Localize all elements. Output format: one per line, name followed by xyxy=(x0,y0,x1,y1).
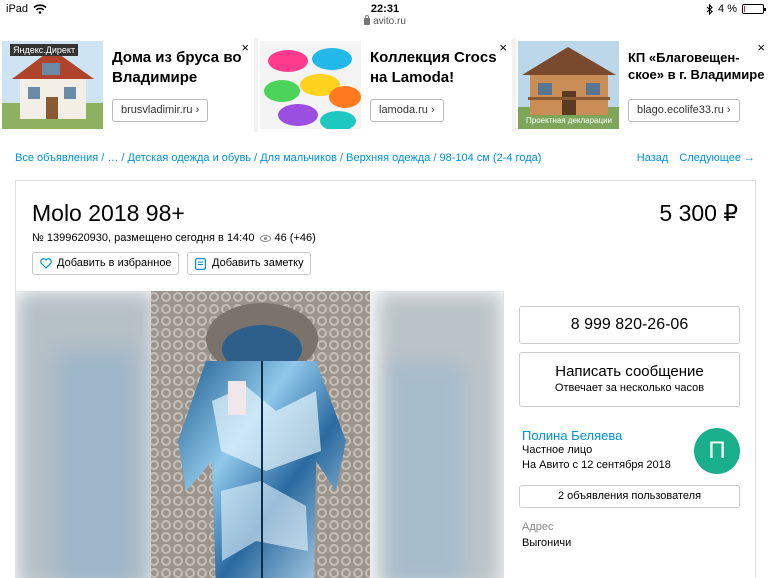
heart-icon xyxy=(40,258,52,269)
photo-snowsuit xyxy=(16,291,503,578)
ad-image-house[interactable]: Яндекс.Директ xyxy=(2,41,103,129)
ad-headline[interactable]: КП «Благовещен-ское» в г. Владимире xyxy=(628,49,768,83)
ad-headline[interactable]: Дома из бруса во Владимире xyxy=(112,48,242,88)
ad-headline[interactable]: Коллекция Crocs на Lamoda! xyxy=(370,48,500,88)
battery-icon xyxy=(742,4,766,14)
breadcrumb-item[interactable]: Детская одежда и обувь xyxy=(128,152,252,164)
listing-meta: № 1399620930, размещено сегодня в 14:40 … xyxy=(32,232,316,244)
user-listings-button[interactable]: 2 объявления пользователя xyxy=(519,485,740,508)
ad-banner-row: Яндекс.Директ Дома из бруса во Владимире… xyxy=(0,38,770,132)
battery-level xyxy=(744,6,745,12)
ad-card-blago[interactable]: Проектная декларации КП «Благовещен-ское… xyxy=(516,38,770,132)
avatar[interactable]: П xyxy=(694,428,740,474)
ad-source-label: Яндекс.Директ xyxy=(10,44,79,56)
note-label: Добавить заметку xyxy=(212,257,304,269)
listing-id-date: № 1399620930, размещено сегодня в 14:40 xyxy=(32,232,255,244)
phone-button[interactable]: 8 999 820-26-06 xyxy=(519,306,740,344)
send-message-label: Написать сообщение xyxy=(555,363,704,380)
breadcrumb: Все объявления / … / Детская одежда и об… xyxy=(15,152,542,164)
add-to-favorites-button[interactable]: Добавить в избранное xyxy=(32,252,179,275)
address-value: Выгоничи xyxy=(522,537,572,549)
ad-url-button[interactable]: blago.ecolife33.ru › xyxy=(628,99,740,122)
listing-title: Molo 2018 98+ xyxy=(32,200,185,226)
listing-navigation: Назад Следующее → xyxy=(629,152,755,164)
listing-photo[interactable] xyxy=(16,291,503,578)
clock: 22:31 xyxy=(370,3,400,15)
ad-image-crocs[interactable] xyxy=(260,41,361,129)
listing-price: 5 300 ₽ xyxy=(659,200,738,226)
status-bar: iPad 22:31 avito.ru 4 % xyxy=(0,0,770,30)
ad-image-cottage[interactable]: Проектная декларации xyxy=(518,41,619,129)
breadcrumb-item[interactable]: Все объявления xyxy=(15,152,98,164)
bluetooth-icon xyxy=(706,3,713,15)
next-link[interactable]: Следующее → xyxy=(679,152,755,164)
ad-close-button[interactable]: × xyxy=(241,40,249,55)
send-message-button[interactable]: Написать сообщение Отвечает за несколько… xyxy=(519,352,740,407)
favorites-label: Добавить в избранное xyxy=(57,257,172,269)
ad-url-button[interactable]: brusvladimir.ru › xyxy=(112,99,209,122)
seller-name-link[interactable]: Полина Беляева xyxy=(522,428,622,443)
ad-card-houses[interactable]: Яндекс.Директ Дома из бруса во Владимире… xyxy=(0,38,254,132)
ad-close-button[interactable]: × xyxy=(757,40,765,55)
crocs-illustration xyxy=(260,41,361,129)
eye-icon xyxy=(260,234,272,242)
note-icon xyxy=(195,258,206,270)
breadcrumb-item[interactable]: Верхняя одежда xyxy=(346,152,430,164)
address-label: Адрес xyxy=(522,521,554,533)
ad-card-crocs[interactable]: Коллекция Crocs на Lamoda! lamoda.ru › × xyxy=(258,38,512,132)
seller-type: Частное лицо xyxy=(522,444,593,456)
seller-since: На Авито с 12 сентября 2018 xyxy=(522,459,671,471)
ad-image-caption: Проектная декларации xyxy=(526,116,613,125)
breadcrumb-item[interactable]: 98-104 см (2-4 года) xyxy=(440,152,542,164)
views-count: 46 (+46) xyxy=(274,232,316,244)
ad-close-button[interactable]: × xyxy=(499,40,507,55)
contact-panel: 8 999 820-26-06 Написать сообщение Отвеч… xyxy=(503,291,757,578)
lock-icon xyxy=(364,15,371,25)
url-text: avito.ru xyxy=(373,16,406,27)
response-time: Отвечает за несколько часов xyxy=(554,382,705,394)
back-link[interactable]: Назад xyxy=(637,152,669,164)
status-right: 4 % xyxy=(706,3,766,15)
breadcrumb-item[interactable]: … xyxy=(107,152,118,164)
breadcrumb-item[interactable]: Для мальчиков xyxy=(260,152,337,164)
add-note-button[interactable]: Добавить заметку xyxy=(187,252,311,275)
address-bar[interactable]: avito.ru xyxy=(0,15,770,27)
battery-percent: 4 % xyxy=(718,3,737,15)
listing-card: Molo 2018 98+ 5 300 ₽ № 1399620930, разм… xyxy=(15,180,756,578)
ad-url-button[interactable]: lamoda.ru › xyxy=(370,99,444,122)
